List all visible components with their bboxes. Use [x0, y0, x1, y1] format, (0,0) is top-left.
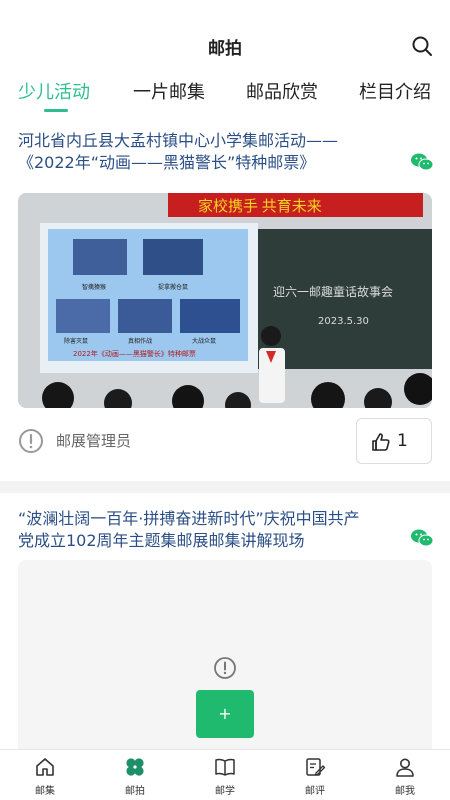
- tab-column-intro[interactable]: 栏目介绍: [359, 78, 431, 104]
- nav-item-review[interactable]: 邮评: [270, 756, 360, 797]
- nav-label: 邮学: [215, 786, 235, 797]
- board-date: 2023.5.30: [318, 316, 369, 327]
- book-icon: [215, 758, 235, 776]
- page-title: 邮拍: [208, 39, 242, 59]
- author-name: 邮展管理员: [56, 432, 132, 450]
- nav-item-collection[interactable]: 邮集: [0, 756, 90, 797]
- nav-label: 邮拍: [125, 786, 145, 797]
- app-screen: 邮拍 少儿活动 一片邮集 邮品欣赏 栏目介绍 河北省内丘县大孟村镇中心小学集邮活…: [0, 0, 450, 800]
- edit-icon: [306, 758, 326, 776]
- screen-label: 智擒猿猴: [82, 283, 106, 291]
- top-header: 邮拍: [0, 0, 450, 70]
- nav-item-auction[interactable]: 邮拍: [90, 756, 180, 797]
- nav-item-learn[interactable]: 邮学: [180, 756, 270, 797]
- user-icon: [396, 758, 414, 777]
- post-title-line: 党成立102周年主题集邮展邮集讲解现场: [18, 531, 305, 550]
- nav-label: 邮集: [35, 786, 55, 797]
- bottom-navigation: 邮集 邮拍 邮学 邮评 邮我: [0, 749, 450, 800]
- post-title-line: 《2022年“动画——黑猫警长”特种邮票》: [18, 153, 316, 172]
- alert-icon: [19, 429, 43, 453]
- nav-label: 邮评: [305, 786, 325, 797]
- board-text: 迎六一邮趣童话故事会: [273, 284, 393, 299]
- like-button[interactable]: 1: [356, 418, 432, 464]
- screen-label: 大战众鼠: [192, 337, 216, 345]
- category-tabs: 少儿活动 一片邮集 邮品欣赏 栏目介绍: [0, 78, 450, 118]
- post-meta-row: 邮展管理员 1: [18, 418, 432, 464]
- screen-label: 捉拿搬仓鼠: [158, 283, 188, 291]
- post-title-line: 河北省内丘县大孟村镇中心小学集邮活动——: [18, 131, 339, 150]
- alert-icon: [214, 657, 236, 679]
- search-icon[interactable]: [410, 34, 434, 58]
- home-icon: [36, 758, 54, 776]
- clover-icon: [126, 758, 144, 776]
- wechat-share-icon[interactable]: [410, 528, 434, 548]
- thumbs-up-icon: [372, 433, 390, 451]
- active-tab-indicator: [44, 109, 68, 112]
- post-photo[interactable]: 家校携手 共育未来 智擒猿猴 捉拿搬仓鼠 除害灭鼠 真相作战 大战众鼠 2022…: [18, 193, 432, 408]
- screen-label: 除害灭鼠: [64, 337, 88, 345]
- screen-caption: 2022年《动画——黑猫警长》特种邮票: [73, 349, 196, 358]
- post-title-line: “波澜壮阔一百年·拼搏奋进新时代”庆祝中国共产: [18, 509, 360, 528]
- screen-label: 真相作战: [128, 337, 152, 345]
- tab-stamp-appreciation[interactable]: 邮品欣赏: [246, 78, 318, 104]
- nav-label: 邮我: [395, 786, 415, 797]
- post-title[interactable]: “波澜壮阔一百年·拼搏奋进新时代”庆祝中国共产 党成立102周年主题集邮展邮集讲…: [18, 508, 424, 552]
- post-card[interactable]: 河北省内丘县大孟村镇中心小学集邮活动—— 《2022年“动画——黑猫警长”特种邮…: [0, 130, 450, 480]
- section-divider: [0, 481, 450, 493]
- tab-children-activity[interactable]: 少儿活动: [18, 78, 90, 104]
- wechat-share-icon[interactable]: [410, 152, 434, 172]
- like-count: 1: [397, 431, 408, 451]
- tab-one-collection[interactable]: 一片邮集: [133, 78, 205, 104]
- banner-text: 家校携手 共育未来: [198, 198, 322, 215]
- add-button[interactable]: +: [196, 690, 254, 738]
- post-title[interactable]: 河北省内丘县大孟村镇中心小学集邮活动—— 《2022年“动画——黑猫警长”特种邮…: [18, 130, 408, 174]
- nav-item-me[interactable]: 邮我: [360, 756, 450, 797]
